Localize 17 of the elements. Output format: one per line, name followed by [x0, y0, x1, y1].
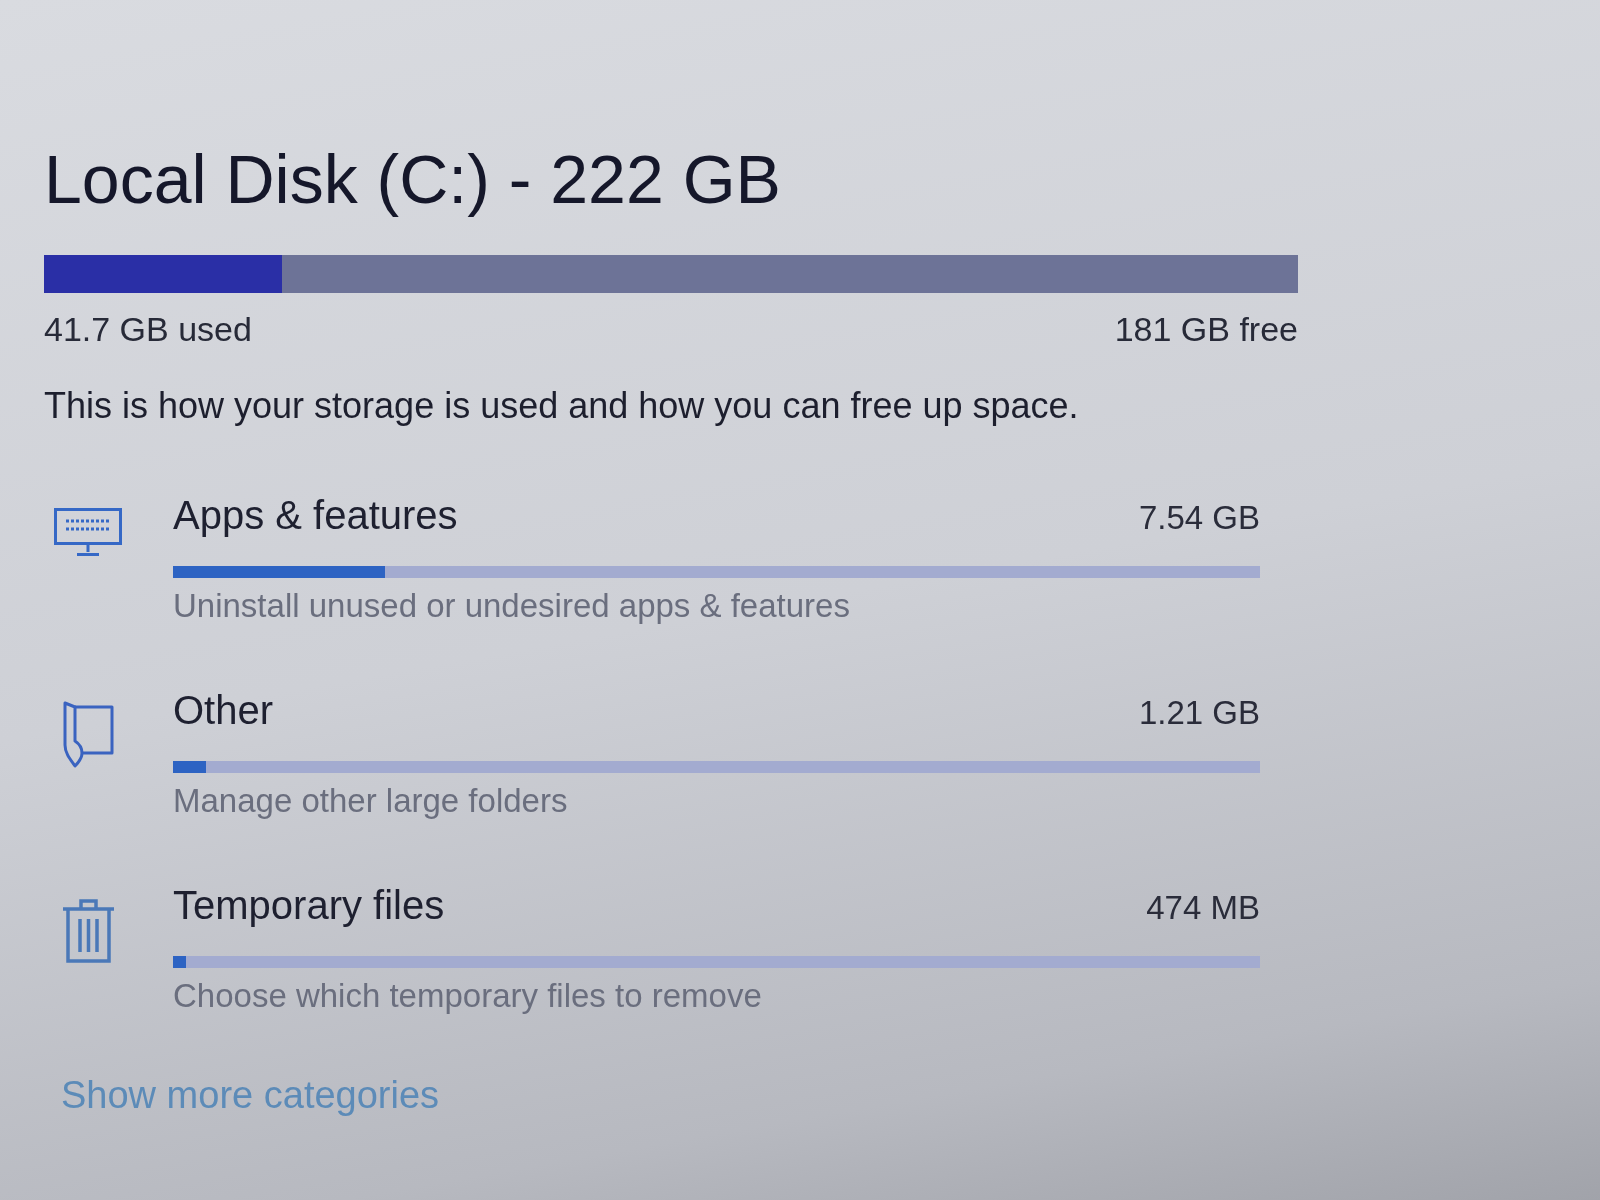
folded-page-icon	[62, 701, 114, 768]
category-description: Choose which temporary files to remove	[173, 976, 762, 1016]
used-space-label: 41.7 GB used	[44, 309, 252, 349]
category-title: Temporary files	[173, 882, 445, 929]
category-size: 474 MB	[1146, 888, 1260, 928]
monitor-icon	[54, 508, 122, 556]
show-more-categories-link[interactable]: Show more categories	[61, 1072, 440, 1118]
free-space-label: 181 GB free	[1114, 309, 1298, 349]
category-size: 7.54 GB	[1138, 498, 1260, 538]
category-description: Manage other large folders	[173, 781, 568, 821]
category-size: 1.21 GB	[1138, 693, 1260, 733]
disk-title: Local Disk (C:) - 222 GB	[44, 140, 781, 218]
category-description: Uninstall unused or undesired apps & features	[173, 586, 850, 626]
storage-description: This is how your storage is used and how you can free up space.	[44, 384, 1079, 428]
category-title: Other	[173, 687, 274, 734]
category-title: Apps & features	[173, 492, 458, 539]
trash-icon	[60, 898, 116, 964]
